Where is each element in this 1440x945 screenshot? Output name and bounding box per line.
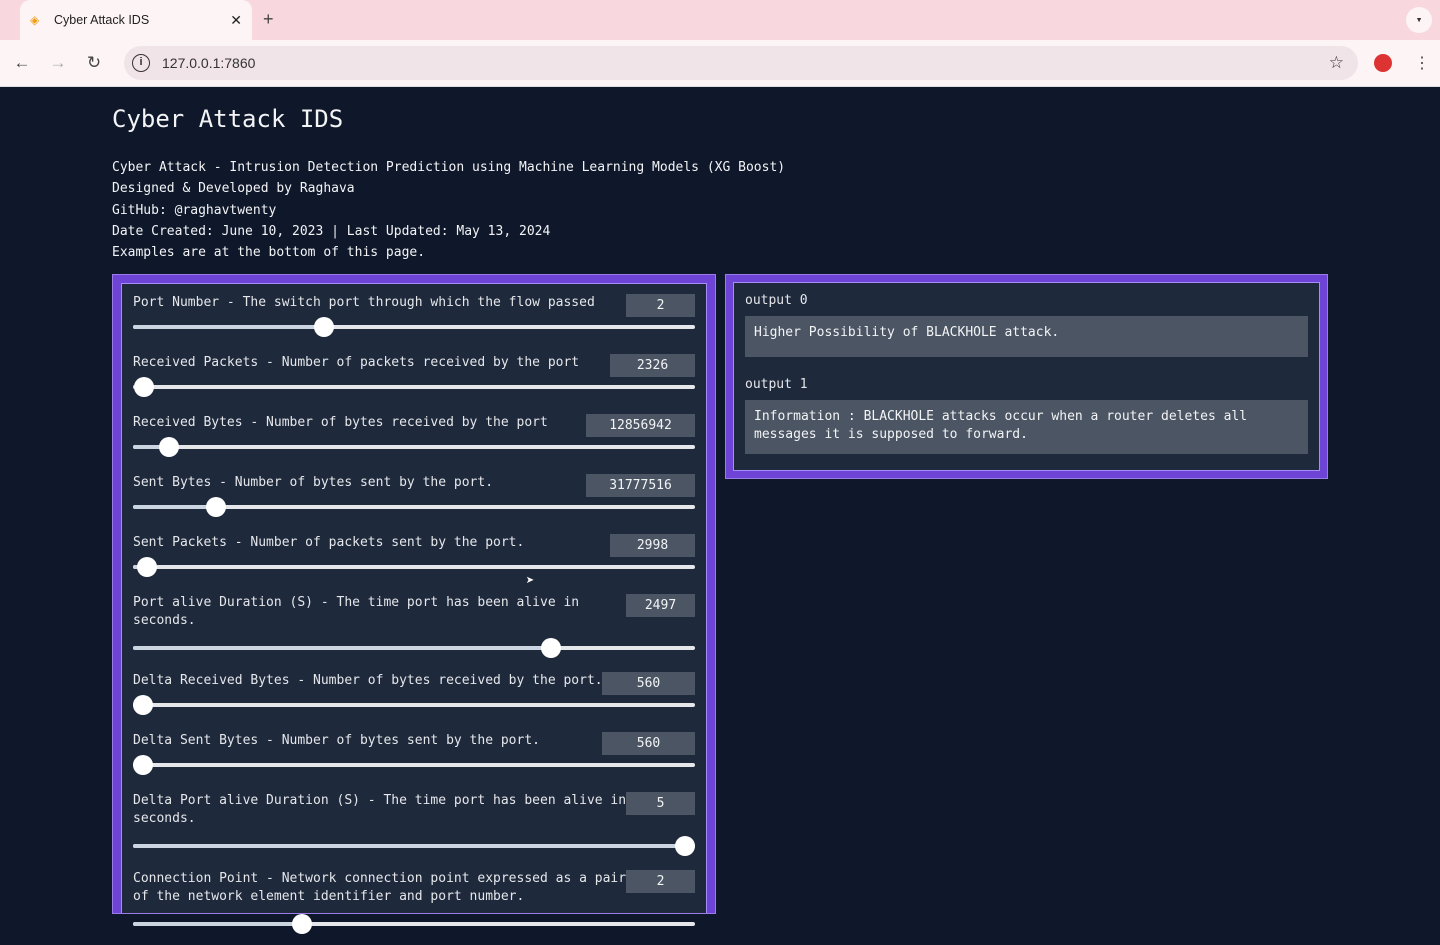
number-input[interactable]: 2497 [626, 594, 695, 617]
slider-fill [133, 505, 216, 509]
output-0-textbox[interactable]: Higher Possibility of BLACKHOLE attack. [745, 316, 1308, 357]
slider-label: Delta Sent Bytes - Number of bytes sent … [133, 733, 540, 748]
menu-kebab-icon[interactable]: ⋮ [1414, 53, 1430, 73]
reload-icon[interactable]: ↻ [76, 53, 112, 73]
slider-label: Port alive Duration (S) - The time port … [133, 595, 580, 628]
number-input[interactable]: 2326 [610, 354, 695, 377]
slider-thumb[interactable] [133, 755, 154, 775]
description-line: GitHub: @raghavtwenty [112, 202, 277, 218]
slider-thumb[interactable] [133, 695, 154, 715]
number-input[interactable]: 2 [626, 870, 695, 893]
slider-thumb[interactable] [134, 377, 155, 397]
slider-track[interactable] [133, 755, 695, 775]
number-input[interactable]: 2998 [610, 534, 695, 557]
slider-field: Port Number - The switch port through wh… [133, 291, 695, 351]
slider-track[interactable] [133, 497, 695, 517]
number-input[interactable]: 31777516 [586, 474, 695, 497]
tab-title: Cyber Attack IDS [54, 13, 150, 27]
url-text: 127.0.0.1:7860 [162, 55, 256, 71]
slider-label: Delta Received Bytes - Number of bytes r… [133, 673, 603, 688]
description: Cyber Attack - Intrusion Detection Predi… [112, 157, 1440, 263]
slider-field: Delta Sent Bytes - Number of bytes sent … [133, 729, 695, 789]
back-icon[interactable]: ← [4, 53, 40, 73]
slider-track[interactable] [133, 695, 695, 715]
slider-field: Delta Received Bytes - Number of bytes r… [133, 669, 695, 729]
slider-label: Connection Point - Network connection po… [133, 871, 627, 904]
slider-thumb[interactable] [291, 914, 312, 934]
description-line: Cyber Attack - Intrusion Detection Predi… [112, 160, 786, 175]
address-bar[interactable]: i 127.0.0.1:7860 ☆ [124, 46, 1358, 80]
site-info-icon[interactable]: i [132, 54, 150, 72]
number-input[interactable]: 2 [626, 294, 695, 317]
bookmark-star-icon[interactable]: ☆ [1329, 53, 1344, 73]
outputs-panel: output 0 Higher Possibility of BLACKHOLE… [725, 274, 1328, 479]
slider-track[interactable] [133, 638, 695, 658]
slider-field: Sent Packets - Number of packets sent by… [133, 531, 695, 591]
slider-field: Received Packets - Number of packets rec… [133, 351, 695, 411]
inputs-inner: Port Number - The switch port through wh… [121, 283, 707, 934]
mouse-cursor-icon: ➤ [526, 573, 535, 589]
slider-track[interactable] [133, 557, 695, 577]
profile-avatar[interactable] [1374, 54, 1392, 72]
slider-field: Connection Point - Network connection po… [133, 867, 695, 945]
output-1-textbox[interactable]: Information : BLACKHOLE attacks occur wh… [745, 400, 1308, 454]
number-input[interactable]: 5 [626, 792, 695, 815]
output-0-label: output 0 [745, 293, 808, 308]
slider-thumb[interactable] [137, 557, 158, 577]
browser-tab[interactable]: ◈ Cyber Attack IDS ✕ [20, 0, 252, 40]
slider-track[interactable] [133, 914, 695, 934]
number-input[interactable]: 560 [602, 672, 695, 695]
slider-label: Sent Bytes - Number of bytes sent by the… [133, 475, 494, 490]
slider-thumb[interactable] [674, 836, 695, 856]
slider-fill [133, 646, 552, 650]
browser-tab-strip: ◈ Cyber Attack IDS ✕ + ▾ [0, 0, 1440, 40]
slider-fill [133, 325, 325, 329]
number-input[interactable]: 12856942 [586, 414, 695, 437]
slider-label: Received Bytes - Number of bytes receive… [133, 415, 548, 430]
slider-thumb[interactable] [314, 317, 335, 337]
description-line: Examples are at the bottom of this page. [112, 245, 426, 261]
slider-label: Port Number - The switch port through wh… [133, 295, 595, 310]
app-page: Cyber Attack IDS Cyber Attack - Intrusio… [0, 105, 1440, 263]
slider-label: Received Packets - Number of packets rec… [133, 355, 580, 370]
tab-search-chevron-icon[interactable]: ▾ [1406, 7, 1432, 33]
slider-track[interactable] [133, 836, 695, 856]
slider-label: Sent Packets - Number of packets sent by… [133, 535, 525, 550]
forward-icon[interactable]: → [40, 53, 76, 73]
slider-label: Delta Port alive Duration (S) - The time… [133, 793, 627, 826]
slider-thumb[interactable] [205, 497, 226, 517]
slider-track[interactable] [133, 437, 695, 457]
number-input[interactable]: 560 [602, 732, 695, 755]
page-title: Cyber Attack IDS [112, 105, 344, 133]
slider-field: Received Bytes - Number of bytes receive… [133, 411, 695, 471]
slider-thumb[interactable] [158, 437, 179, 457]
slider-fill [133, 922, 302, 926]
output-1-label: output 1 [745, 377, 808, 392]
new-tab-icon[interactable]: + [263, 9, 274, 30]
slider-track[interactable] [133, 377, 695, 397]
slider-field: Port alive Duration (S) - The time port … [133, 591, 695, 669]
close-tab-icon[interactable]: ✕ [230, 12, 242, 29]
slider-track[interactable] [133, 317, 695, 337]
slider-field: Sent Bytes - Number of bytes sent by the… [133, 471, 695, 531]
description-line: Date Created: June 10, 2023 | Last Updat… [112, 223, 551, 239]
slider-fill [133, 844, 695, 848]
gradio-favicon-icon: ◈ [30, 13, 40, 27]
slider-field: Delta Port alive Duration (S) - The time… [133, 789, 695, 867]
browser-toolbar: ← → ↻ i 127.0.0.1:7860 ☆ ⋮ [0, 40, 1440, 87]
outputs-inner: output 0 Higher Possibility of BLACKHOLE… [733, 282, 1320, 471]
inputs-panel: Port Number - The switch port through wh… [112, 274, 716, 934]
slider-thumb[interactable] [541, 638, 562, 658]
description-line: Designed & Developed by Raghava [112, 181, 355, 197]
